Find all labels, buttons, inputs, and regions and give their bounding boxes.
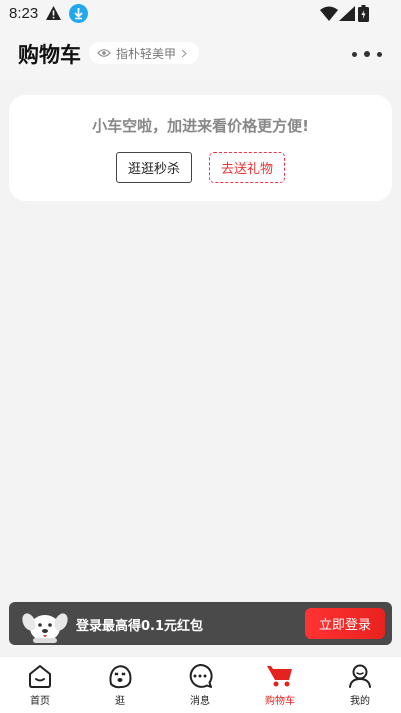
login-button[interactable]: 立即登录	[305, 608, 385, 639]
profile-icon	[349, 664, 371, 688]
seckill-button[interactable]: 逛逛秒杀	[116, 152, 192, 183]
more-button[interactable]	[352, 46, 382, 62]
chevron-right-icon	[181, 49, 187, 57]
bottom-tab-bar: 首页 逛 消息 购物车 我的	[0, 656, 401, 713]
more-dot-icon	[352, 51, 357, 57]
tab-cart[interactable]: 购物车	[240, 657, 320, 713]
eye-icon	[97, 49, 111, 57]
tab-explore[interactable]: 逛	[80, 657, 160, 713]
header: 购物车 指朴轻美甲	[0, 28, 401, 80]
status-time: 8:23	[9, 5, 39, 22]
tab-home[interactable]: 首页	[0, 657, 80, 713]
signal-icon	[339, 6, 355, 21]
login-banner[interactable]: 登录最高得0.1元红包 立即登录	[9, 602, 392, 645]
dog-mascot-icon	[22, 613, 68, 643]
tab-label: 消息	[190, 696, 210, 707]
empty-cart-card: 小车空啦，加进来看价格更方便! 逛逛秒杀 去送礼物	[9, 95, 392, 201]
send-gift-button[interactable]: 去送礼物	[209, 152, 285, 183]
warning-icon	[46, 6, 61, 20]
more-dot-icon	[377, 51, 382, 57]
login-promo-text: 登录最高得0.1元红包	[76, 619, 204, 634]
status-bar: 8:23	[0, 0, 401, 28]
page-title: 购物车	[18, 43, 81, 67]
battery-icon	[358, 5, 369, 22]
tab-label: 我的	[350, 696, 370, 707]
wifi-icon	[320, 6, 338, 21]
cart-icon	[267, 666, 292, 687]
empty-cart-message: 小车空啦，加进来看价格更方便!	[92, 117, 309, 135]
tab-label: 逛	[115, 696, 125, 707]
address-chip[interactable]: 指朴轻美甲	[89, 42, 200, 64]
tab-profile[interactable]: 我的	[320, 657, 400, 713]
tab-messages[interactable]: 消息	[160, 657, 240, 713]
address-label: 指朴轻美甲	[116, 46, 177, 61]
message-icon	[189, 664, 213, 688]
more-dot-icon	[364, 51, 370, 57]
tab-label: 首页	[30, 696, 50, 707]
explore-icon	[109, 665, 132, 689]
download-icon	[69, 4, 88, 23]
tab-label: 购物车	[265, 696, 295, 707]
home-icon	[29, 665, 51, 688]
